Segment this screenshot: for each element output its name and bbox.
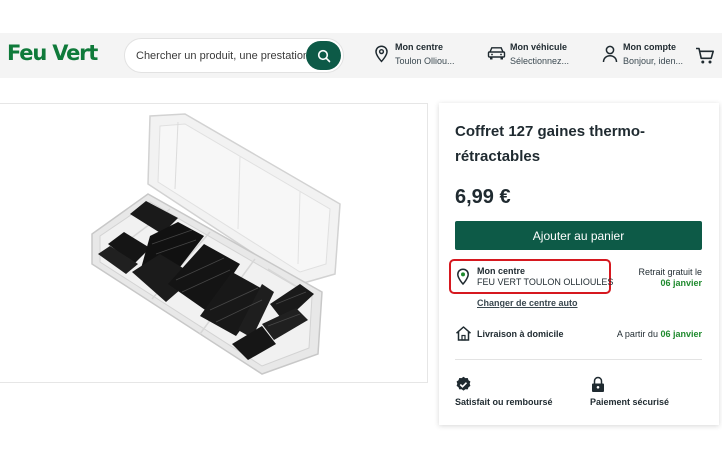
my-account-value: Bonjour, iden... <box>623 56 684 66</box>
header-my-account[interactable]: Mon compte Bonjour, iden... <box>602 42 690 70</box>
user-icon <box>602 45 618 63</box>
site-header: Feu Vert Mon centre Toulon Olliou... Mon… <box>0 33 722 78</box>
my-account-label: Mon compte <box>623 42 676 52</box>
my-vehicle-label: Mon véhicule <box>510 42 568 52</box>
pickup-date: 06 janvier <box>660 278 702 288</box>
search-icon <box>317 49 330 62</box>
product-title: Coffret 127 gaines thermo-rétractables <box>455 123 646 165</box>
cart-icon[interactable] <box>695 46 715 66</box>
search-input[interactable] <box>136 39 306 72</box>
home-icon <box>456 326 471 341</box>
add-to-cart-button[interactable]: Ajouter au panier <box>455 221 702 250</box>
header-my-centre[interactable]: Mon centre Toulon Olliou... <box>374 42 464 70</box>
product-image-frame <box>0 103 428 383</box>
divider <box>455 359 702 360</box>
feu-vert-logo[interactable]: Feu Vert <box>7 41 98 65</box>
search-bar <box>124 38 344 73</box>
secure-payment-label: Paiement sécurisé <box>590 397 670 407</box>
lock-icon <box>592 376 604 392</box>
change-store-link[interactable]: Changer de centre auto <box>477 298 578 308</box>
header-my-vehicle[interactable]: Mon véhicule Sélectionnez... <box>487 42 582 70</box>
home-delivery-label: Livraison à domicile <box>477 329 564 339</box>
search-button[interactable] <box>306 41 341 70</box>
store-name: FEU VERT TOULON OLLIOULES <box>477 277 614 287</box>
satisfied-or-refunded-label: Satisfait ou remboursé <box>455 397 553 407</box>
delivery-from-date: 06 janvier <box>660 329 702 339</box>
pickup-info: Retrait gratuit le 06 janvier <box>638 267 702 289</box>
product-info-panel: Coffret 127 gaines thermo-rétractables 6… <box>439 103 719 425</box>
delivery-from-label: A partir du <box>616 329 658 339</box>
my-vehicle-value: Sélectionnez... <box>510 56 570 66</box>
location-pin-icon <box>375 45 388 63</box>
satisfaction-badge-icon <box>456 376 471 391</box>
my-centre-label: Mon centre <box>395 42 444 52</box>
store-label: Mon centre <box>477 266 526 276</box>
product-price: 6,99 € <box>455 186 511 208</box>
store-pin-icon <box>457 268 469 286</box>
product-image[interactable] <box>0 104 428 384</box>
my-centre-value: Toulon Olliou... <box>395 56 455 66</box>
car-icon <box>487 47 506 60</box>
pickup-label: Retrait gratuit le <box>638 267 702 277</box>
delivery-date: A partir du 06 janvier <box>617 329 702 339</box>
